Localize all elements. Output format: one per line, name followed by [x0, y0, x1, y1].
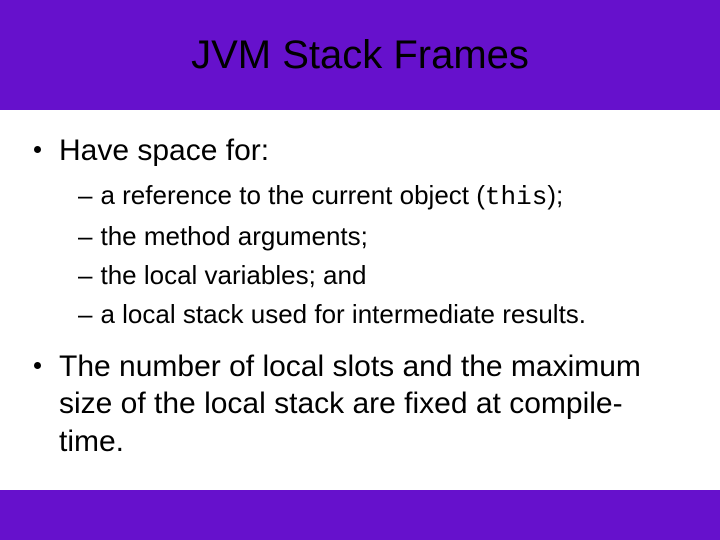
sub-item-3: – the local variables; and — [78, 258, 690, 293]
dash-icon: – — [78, 258, 92, 293]
sub1-code: this — [485, 182, 547, 212]
sub1-pre: a reference to the current object ( — [100, 180, 484, 210]
sub-item-4: – a local stack used for intermediate re… — [78, 297, 690, 332]
bullet-dot-icon — [34, 146, 41, 153]
bullet-main-1-text: Have space for: — [59, 132, 309, 170]
sub1-post: ); — [547, 180, 563, 210]
bullet-main-1: Have space for: — [34, 132, 720, 170]
sub-item-1: – a reference to the current object (thi… — [78, 178, 690, 215]
bullet-dot-icon — [34, 362, 41, 369]
slide-footer — [0, 490, 720, 540]
dash-icon: – — [78, 178, 92, 213]
sub-list: – a reference to the current object (thi… — [78, 178, 720, 332]
sub-item-3-text: the local variables; and — [100, 258, 366, 293]
bullet-main-2-text: The number of local slots and the maximu… — [59, 348, 720, 461]
slide-content: Have space for: – a reference to the cur… — [0, 110, 720, 490]
dash-icon: – — [78, 219, 92, 254]
dash-icon: – — [78, 297, 92, 332]
title-bar: JVM Stack Frames — [0, 0, 720, 110]
sub-item-4-text: a local stack used for intermediate resu… — [100, 297, 586, 332]
sub-item-2-text: the method arguments; — [100, 219, 367, 254]
bullet-main-2: The number of local slots and the maximu… — [34, 348, 720, 461]
slide-title: JVM Stack Frames — [191, 33, 529, 78]
sub-item-1-text: a reference to the current object (this)… — [100, 178, 563, 215]
sub-item-2: – the method arguments; — [78, 219, 690, 254]
